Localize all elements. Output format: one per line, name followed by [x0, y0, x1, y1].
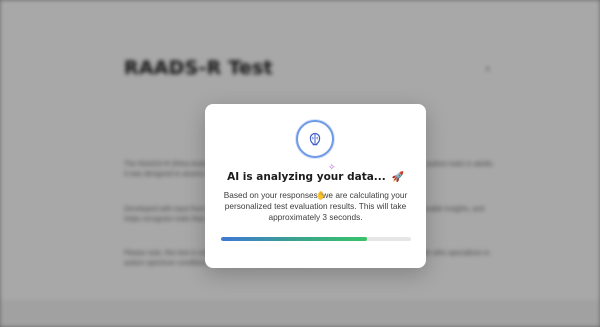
modal-title: AI is analyzing your data... 🚀 — [205, 171, 426, 183]
brain-icon-circle — [296, 120, 334, 158]
progress-bar — [221, 237, 411, 241]
rocket-icon: 🚀 — [391, 172, 404, 183]
brain-icon — [309, 132, 321, 146]
analysis-modal: ✧ AI is analyzing your data... 🚀 Based o… — [205, 104, 426, 268]
modal-title-text: AI is analyzing your data... — [227, 171, 386, 183]
hand-icon: ✋ — [316, 191, 326, 200]
progress-bar-fill — [221, 237, 368, 241]
